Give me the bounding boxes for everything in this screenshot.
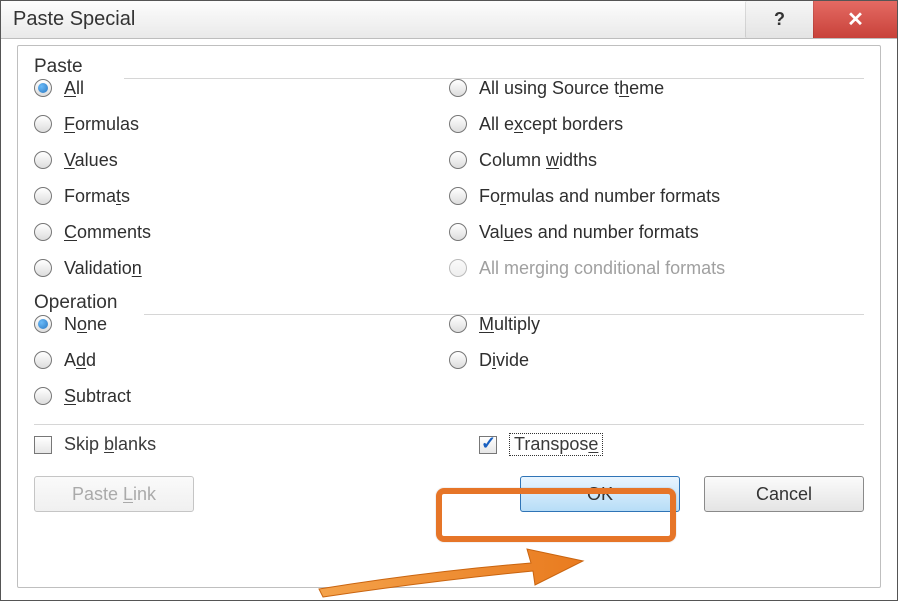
radio-label-formulas[interactable]: Formulas [64, 114, 139, 135]
radio-formulas_num_formats[interactable]: Formulas and number formats [449, 178, 864, 214]
checkbox-transpose[interactable] [479, 436, 497, 454]
window-controls: ? ✕ [745, 1, 897, 38]
radio-all_src_theme[interactable]: All using Source theme [449, 70, 864, 106]
radio-divide[interactable]: Divide [449, 342, 864, 378]
operation-options: None Add Subtract Multiply Divide [34, 306, 864, 414]
radio-values_num_formats[interactable]: Values and number formats [449, 214, 864, 250]
radio-label-multiply[interactable]: Multiply [479, 314, 540, 335]
radio-formats[interactable]: Formats [34, 178, 449, 214]
divider [34, 424, 864, 425]
radio-label-none[interactable]: None [64, 314, 107, 335]
radio-dot-values_num_formats[interactable] [449, 223, 467, 241]
radio-all_merging_cond: All merging conditional formats [449, 250, 864, 286]
radio-dot-formats[interactable] [34, 187, 52, 205]
radio-label-all[interactable]: All [64, 78, 84, 99]
radio-none[interactable]: None [34, 306, 449, 342]
radio-dot-values[interactable] [34, 151, 52, 169]
checkbox-skip-blanks[interactable] [34, 436, 52, 454]
radio-validation[interactable]: Validation [34, 250, 449, 286]
label-transpose[interactable]: Transpose [509, 433, 603, 456]
titlebar: Paste Special ? ✕ [1, 1, 897, 39]
radio-all_except_borders[interactable]: All except borders [449, 106, 864, 142]
radio-dot-formulas[interactable] [34, 115, 52, 133]
radio-subtract[interactable]: Subtract [34, 378, 449, 414]
radio-dot-none[interactable] [34, 315, 52, 333]
radio-label-formats[interactable]: Formats [64, 186, 130, 207]
cancel-button[interactable]: Cancel [704, 476, 864, 512]
dialog-content: Paste AllFormulasValuesFormatsCommentsVa… [17, 45, 881, 588]
close-button[interactable]: ✕ [813, 1, 897, 38]
radio-label-validation[interactable]: Validation [64, 258, 142, 279]
ok-button[interactable]: OK [520, 476, 680, 512]
radio-dot-multiply[interactable] [449, 315, 467, 333]
radio-dot-divide[interactable] [449, 351, 467, 369]
radio-values[interactable]: Values [34, 142, 449, 178]
radio-dot-all[interactable] [34, 79, 52, 97]
dialog-window: Paste Special ? ✕ Paste AllFormulasValue… [0, 0, 898, 601]
radio-dot-all_except_borders[interactable] [449, 115, 467, 133]
radio-label-subtract[interactable]: Subtract [64, 386, 131, 407]
radio-dot-column_widths[interactable] [449, 151, 467, 169]
bottom-row: Skip blanks Transpose [34, 433, 864, 456]
radio-dot-all_src_theme[interactable] [449, 79, 467, 97]
radio-comments[interactable]: Comments [34, 214, 449, 250]
radio-dot-subtract[interactable] [34, 387, 52, 405]
radio-add[interactable]: Add [34, 342, 449, 378]
label-skip-blanks[interactable]: Skip blanks [64, 434, 156, 455]
radio-all[interactable]: All [34, 70, 449, 106]
radio-column_widths[interactable]: Column widths [449, 142, 864, 178]
radio-label-formulas_num_formats[interactable]: Formulas and number formats [479, 186, 720, 207]
paste-link-button: Paste Link [34, 476, 194, 512]
buttons-row: Paste Link OK Cancel [34, 476, 864, 512]
dialog-title: Paste Special [1, 8, 135, 31]
radio-label-divide[interactable]: Divide [479, 350, 529, 371]
radio-label-values[interactable]: Values [64, 150, 118, 171]
radio-dot-validation[interactable] [34, 259, 52, 277]
radio-label-all_except_borders[interactable]: All except borders [479, 114, 623, 135]
radio-dot-all_merging_cond [449, 259, 467, 277]
radio-label-all_merging_cond: All merging conditional formats [479, 258, 725, 279]
radio-label-comments[interactable]: Comments [64, 222, 151, 243]
paste-options: All Formulas Values Formats Comments Validati… [34, 70, 864, 286]
radio-multiply[interactable]: Multiply [449, 306, 864, 342]
radio-dot-add[interactable] [34, 351, 52, 369]
radio-label-all_src_theme[interactable]: All using Source theme [479, 78, 664, 99]
help-button[interactable]: ? [745, 1, 813, 38]
radio-dot-comments[interactable] [34, 223, 52, 241]
radio-label-values_num_formats[interactable]: Values and number formats [479, 222, 699, 243]
radio-dot-formulas_num_formats[interactable] [449, 187, 467, 205]
radio-label-column_widths[interactable]: Column widths [479, 150, 597, 171]
radio-formulas[interactable]: Formulas [34, 106, 449, 142]
radio-label-add[interactable]: Add [64, 350, 96, 371]
